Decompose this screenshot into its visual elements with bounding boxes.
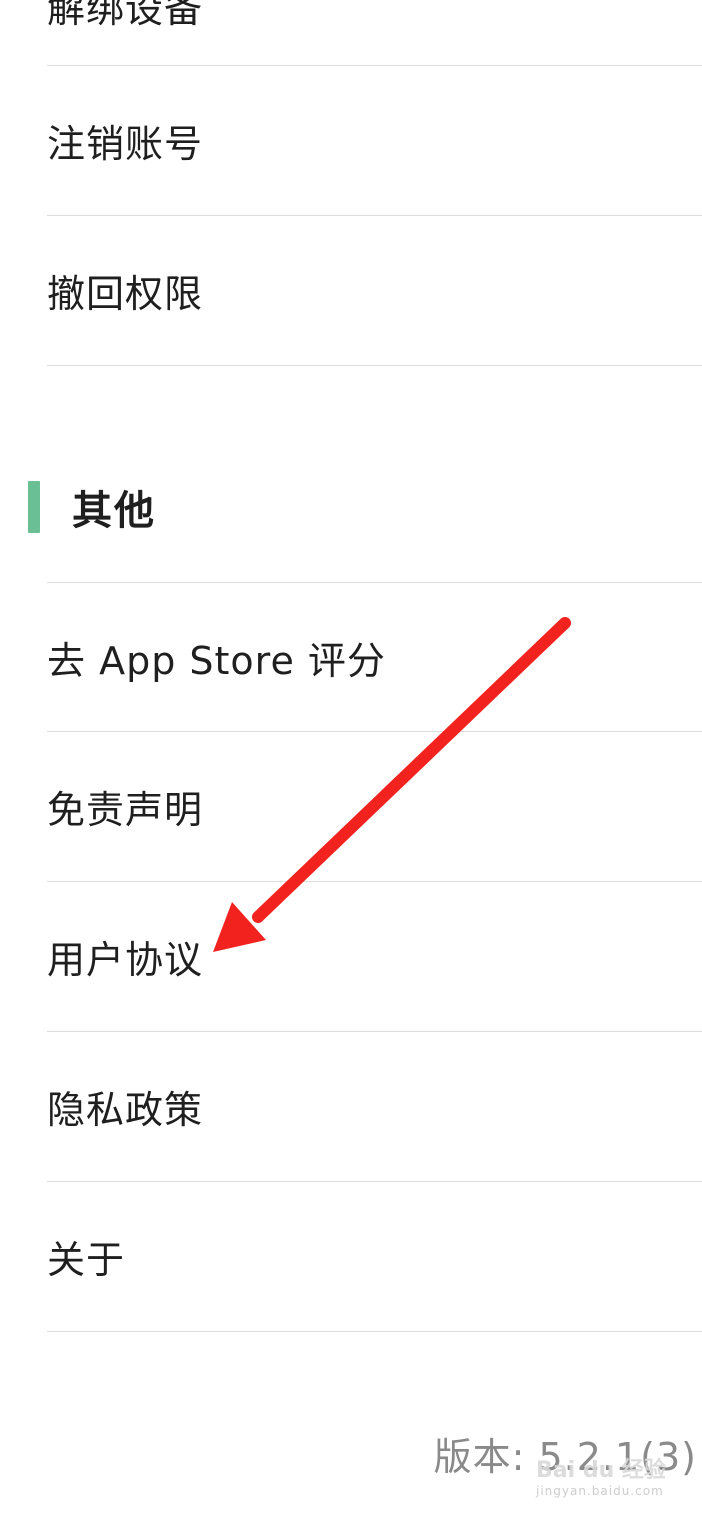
list-item-about[interactable]: 关于	[47, 1182, 702, 1332]
list-item-label: 免责声明	[47, 788, 204, 832]
list-item-label: 撤回权限	[47, 272, 204, 316]
list-item-unbind-device[interactable]: 解绑设备	[47, 0, 702, 66]
list-item-label: 关于	[47, 1238, 126, 1282]
list-item-revoke-permissions[interactable]: 撤回权限	[47, 216, 702, 366]
list-item-label: 用户协议	[47, 938, 204, 982]
list-item-label: 解绑设备	[47, 0, 204, 31]
list-item-disclaimer[interactable]: 免责声明	[47, 732, 702, 882]
watermark-logo: Bai du 经验 jingyan.baidu.com	[536, 1458, 666, 1499]
section-accent-bar	[28, 481, 40, 533]
section-header-others: 其他	[28, 478, 156, 536]
list-item-cancel-account[interactable]: 注销账号	[47, 66, 702, 216]
watermark-url: jingyan.baidu.com	[536, 1484, 664, 1499]
list-item-privacy-policy[interactable]: 隐私政策	[47, 1032, 702, 1182]
list-item-label: 去 App Store 评分	[47, 638, 386, 683]
list-item-rate-app-store[interactable]: 去 App Store 评分	[47, 583, 702, 732]
section-title: 其他	[72, 488, 156, 534]
list-item-label: 注销账号	[47, 122, 204, 166]
watermark-brand: Bai du 经验	[536, 1458, 666, 1483]
list-item-user-agreement[interactable]: 用户协议	[47, 882, 702, 1032]
list-item-label: 隐私政策	[47, 1088, 204, 1132]
